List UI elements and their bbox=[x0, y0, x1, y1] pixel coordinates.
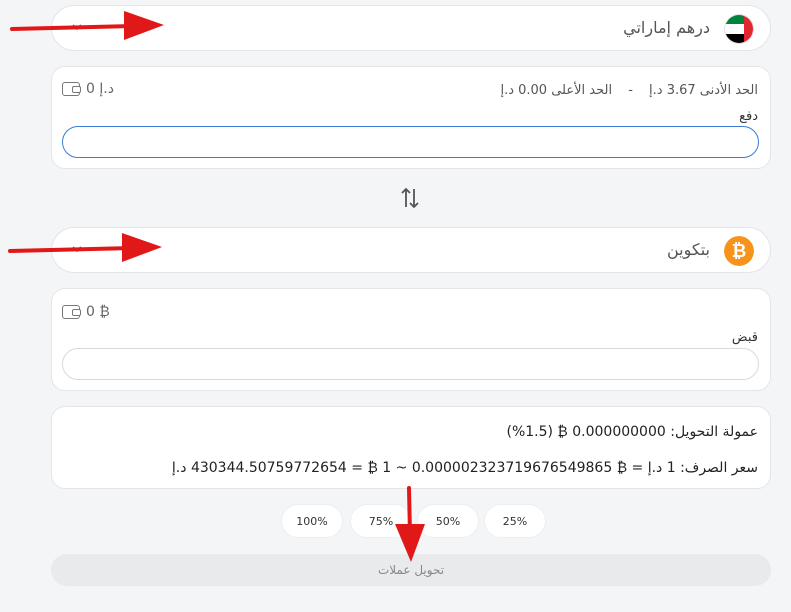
limits-text: الحد الأدنى 3.67 د.إ - الحد الأعلى 0.00 … bbox=[500, 83, 758, 98]
wallet-icon bbox=[62, 82, 81, 96]
receive-field-label: قبض bbox=[731, 330, 758, 345]
swap-arrows-icon[interactable] bbox=[398, 186, 422, 210]
exchange-rate-text: سعر الصرف: 1 د.إ = ₿ 0.00000232371967654… bbox=[171, 460, 758, 476]
wallet-icon bbox=[62, 304, 81, 319]
bitcoin-glyph: ₿ bbox=[724, 236, 754, 266]
receive-balance: 0 ₿ bbox=[62, 303, 110, 320]
percent-25-button[interactable]: 25% bbox=[484, 504, 546, 538]
percent-50-button[interactable]: 50% bbox=[417, 504, 479, 538]
uae-flag-icon bbox=[724, 14, 754, 44]
receive-amount-input[interactable] bbox=[62, 348, 759, 380]
to-currency-select[interactable]: ₿ بتكوين bbox=[51, 227, 771, 273]
pay-card: الحد الأدنى 3.67 د.إ - الحد الأعلى 0.00 … bbox=[51, 66, 771, 169]
limit-separator: - bbox=[628, 83, 633, 98]
commission-text: عمولة التحويل: 0.000000000 ₿ (1.5%) bbox=[506, 424, 758, 440]
from-currency-name: درهم إماراتي bbox=[623, 18, 710, 37]
max-limit: الحد الأعلى 0.00 د.إ bbox=[500, 83, 613, 98]
pay-balance-value: 0 د.إ bbox=[86, 81, 114, 97]
percent-100-button[interactable]: 100% bbox=[281, 504, 343, 538]
pay-field-label: دفع bbox=[739, 109, 758, 124]
pay-amount-input[interactable] bbox=[62, 126, 759, 158]
convert-button[interactable]: تحويل عملات bbox=[51, 554, 771, 586]
chevron-down-icon[interactable] bbox=[70, 20, 84, 34]
chevron-down-icon[interactable] bbox=[70, 242, 84, 256]
from-currency-select[interactable]: درهم إماراتي bbox=[51, 5, 771, 51]
to-currency-name: بتكوين bbox=[666, 240, 710, 259]
pay-balance: 0 د.إ bbox=[62, 81, 114, 97]
info-card: عمولة التحويل: 0.000000000 ₿ (1.5%) سعر … bbox=[51, 406, 771, 489]
bitcoin-icon: ₿ bbox=[724, 236, 754, 266]
receive-balance-value: 0 ₿ bbox=[86, 304, 110, 320]
receive-card: 0 ₿ قبض bbox=[51, 288, 771, 391]
percent-75-button[interactable]: 75% bbox=[350, 504, 412, 538]
min-limit: الحد الأدنى 3.67 د.إ bbox=[649, 83, 758, 98]
